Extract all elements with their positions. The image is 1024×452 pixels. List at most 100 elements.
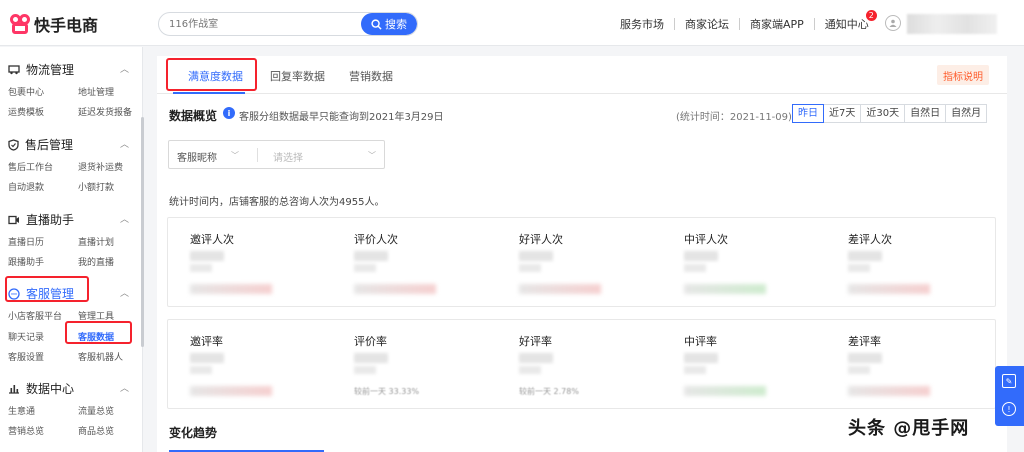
sidebar: 物流管理 ︿ 包裹中心 地址管理 运费模板 延迟发货报备 售后管理 ︿ 售后工作… (0, 47, 144, 452)
blurred-value (190, 264, 212, 272)
blurred-compare (848, 386, 930, 396)
chevron-down-icon: ﹀ (368, 151, 376, 160)
metric-explain-button[interactable]: 指标说明 (937, 65, 989, 85)
stat-time: (统计时间：2021-11-09) (676, 112, 792, 123)
range-30d[interactable]: 近30天 (860, 104, 906, 123)
sidebar-section-live[interactable]: 直播助手 ︿ (8, 211, 129, 228)
metric-label: 差评人次 (848, 233, 892, 246)
sidebar-item-package[interactable]: 包裹中心 (8, 85, 44, 98)
blurred-compare (354, 284, 436, 294)
metrics-card-counts: 邀评人次 评价人次 好评人次 中评人次 差评人次 (167, 217, 996, 307)
blurred-value (684, 264, 706, 272)
blurred-compare (519, 284, 601, 294)
edit-icon[interactable]: ✎ (1002, 374, 1016, 388)
sidebar-item-freight[interactable]: 运费模板 (8, 105, 44, 118)
metric-invite-rate: 邀评率 (176, 320, 336, 408)
sidebar-section-logistics[interactable]: 物流管理 ︿ (8, 61, 129, 78)
sidebar-item-return-freight[interactable]: 退货补运费 (78, 160, 123, 173)
metric-label: 中评人次 (684, 233, 728, 246)
sidebar-item-live-assistant[interactable]: 跟播助手 (8, 255, 44, 268)
overview-title: 数据概览 (169, 109, 218, 123)
metric-review-rate: 评价率 较前一天 33.33% (340, 320, 500, 408)
blurred-compare (190, 284, 272, 294)
sidebar-item-live-plan[interactable]: 直播计划 (78, 235, 114, 248)
sidebar-item-delay-report[interactable]: 延迟发货报备 (78, 105, 132, 118)
divider (813, 18, 815, 30)
notification-badge: 2 (865, 10, 877, 21)
blurred-compare (684, 284, 766, 294)
range-natural-month[interactable]: 自然月 (945, 104, 988, 123)
metrics-card-rates: 邀评率 评价率 较前一天 33.33% 好评率 较前一天 2.78% 中评率 差… (167, 319, 996, 409)
highlight-box (65, 321, 132, 344)
blurred-value (848, 264, 870, 272)
divider (739, 18, 740, 30)
sidebar-item-chat-records[interactable]: 聊天记录 (8, 330, 44, 343)
sidebar-item-my-live[interactable]: 我的直播 (78, 255, 114, 268)
range-yesterday[interactable]: 昨日 (792, 104, 824, 123)
chevron-up-icon: ︿ (120, 384, 130, 394)
blurred-compare (848, 284, 930, 294)
top-link-service-market[interactable]: 服务市场 (620, 16, 664, 32)
sidebar-item-business[interactable]: 生意通 (8, 404, 35, 417)
cs-nickname-filter[interactable]: 客服昵称 ﹀ 请选择 ﹀ (168, 140, 385, 169)
info-circle-icon[interactable]: ! (1002, 402, 1016, 416)
summary-text: 统计时间内，店铺客服的总咨询人次为4955人。 (169, 197, 385, 208)
sidebar-item-live-calendar[interactable]: 直播日历 (8, 235, 44, 248)
top-link-app[interactable]: 商家端APP (750, 16, 804, 32)
blurred-value (684, 251, 718, 261)
account-name-blurred[interactable] (907, 14, 997, 34)
blurred-value (848, 251, 882, 261)
metric-label: 邀评率 (190, 335, 223, 348)
sidebar-section-label: 售后管理 (25, 138, 74, 152)
top-link-notifications[interactable]: 通知中心 2 (824, 10, 877, 32)
sidebar-item-auto-refund[interactable]: 自动退款 (8, 180, 44, 193)
sidebar-section-label: 物流管理 (26, 63, 75, 77)
blurred-value (848, 353, 882, 363)
sidebar-section-label: 数据中心 (26, 382, 75, 396)
sidebar-section-data-center[interactable]: 数据中心 ︿ (8, 380, 129, 397)
search-input[interactable] (159, 13, 365, 35)
tab-marketing[interactable]: 营销数据 (349, 68, 393, 84)
highlight-box (166, 58, 257, 91)
sidebar-scrollbar[interactable] (141, 117, 144, 347)
notifications-label: 通知中心 (824, 18, 869, 31)
info-icon: i (223, 107, 235, 119)
blurred-value (848, 366, 870, 374)
metric-review-count: 评价人次 (340, 218, 500, 306)
metric-label: 邀评人次 (190, 233, 234, 246)
metric-label: 好评率 (519, 335, 552, 348)
sidebar-item-cs-robot[interactable]: 客服机器人 (78, 350, 123, 363)
logo[interactable]: 快手电商 (10, 12, 98, 36)
sidebar-section-aftersale[interactable]: 售后管理 ︿ (8, 136, 129, 153)
sidebar-item-marketing[interactable]: 营销总览 (8, 424, 44, 437)
metric-good-rate: 好评率 较前一天 2.78% (505, 320, 665, 408)
sidebar-section-label: 直播助手 (26, 213, 75, 227)
sidebar-item-traffic[interactable]: 流量总览 (78, 404, 114, 417)
range-7d[interactable]: 近7天 (823, 104, 862, 123)
avatar[interactable] (885, 15, 901, 31)
top-links: 服务市场 商家论坛 商家端APP 通知中心 2 (620, 10, 877, 32)
blurred-value (684, 353, 718, 363)
sidebar-item-products[interactable]: 商品总览 (78, 424, 114, 437)
blurred-compare (190, 386, 272, 396)
sidebar-item-address[interactable]: 地址管理 (78, 85, 114, 98)
filter-select[interactable]: 请选择 (273, 149, 303, 164)
metric-label: 中评率 (684, 335, 717, 348)
blurred-value (354, 264, 376, 272)
top-link-forum[interactable]: 商家论坛 (685, 16, 729, 32)
divider (257, 148, 258, 162)
tab-reply-rate[interactable]: 回复率数据 (270, 68, 325, 84)
metric-neutral-rate: 中评率 (670, 320, 830, 408)
range-natural-day[interactable]: 自然日 (904, 104, 947, 123)
blurred-value (354, 366, 376, 374)
sidebar-item-aftersale-desk[interactable]: 售后工作台 (8, 160, 53, 173)
sidebar-item-small-pay[interactable]: 小额打款 (78, 180, 114, 193)
watermark: 头条 @甩手网 (848, 418, 970, 439)
main-panel: 满意度数据 回复率数据 营销数据 指标说明 数据概览 i 客服分组数据最早只能查… (157, 56, 1007, 452)
sidebar-item-cs-settings[interactable]: 客服设置 (8, 350, 44, 363)
sidebar-item-cs-platform[interactable]: 小店客服平台 (8, 309, 62, 322)
blurred-value (190, 366, 212, 374)
compare-text: 较前一天 2.78% (519, 387, 579, 396)
search-button[interactable]: 搜索 (361, 13, 417, 35)
metric-good-count: 好评人次 (505, 218, 665, 306)
